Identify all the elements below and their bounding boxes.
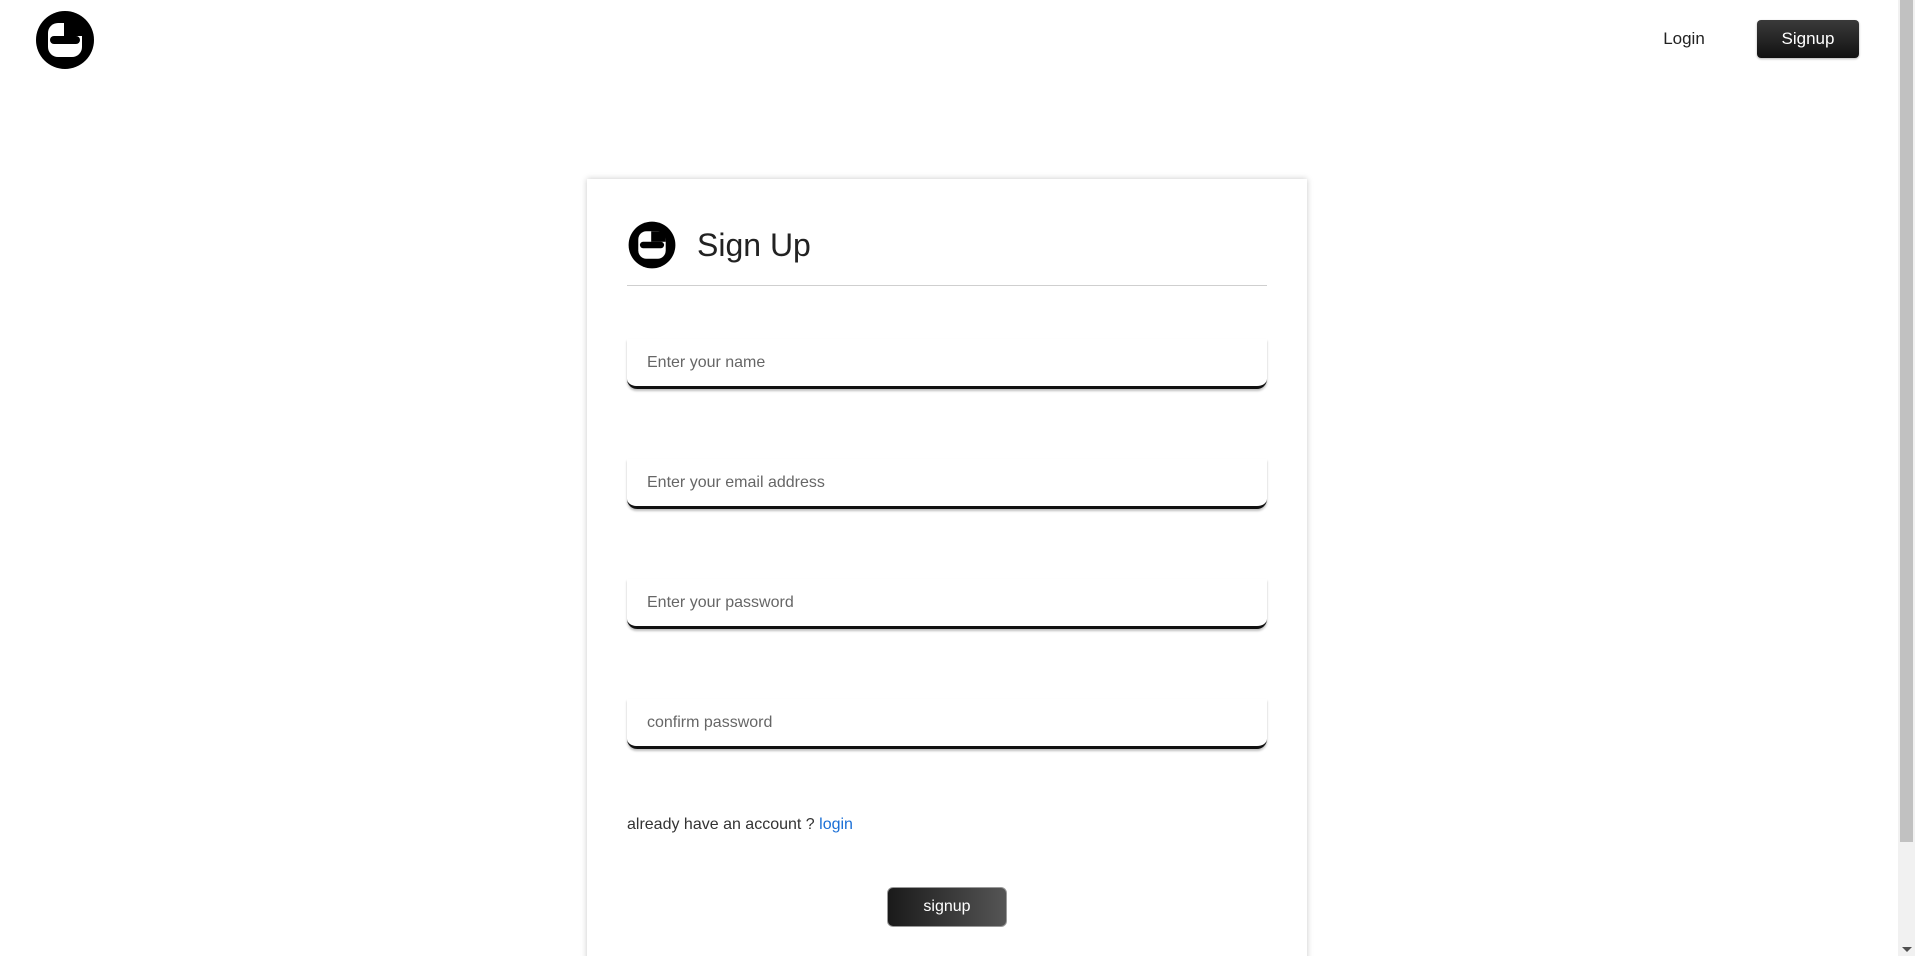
divider	[627, 285, 1267, 286]
email-input[interactable]	[627, 459, 1267, 509]
nav-signup-button[interactable]: Signup	[1757, 20, 1859, 58]
page-title: Sign Up	[697, 227, 811, 263]
signup-page: Login Signup Sign Up already have an acc…	[0, 0, 1915, 956]
password-input[interactable]	[627, 579, 1267, 629]
signup-submit-button[interactable]: signup	[887, 887, 1007, 927]
account-prompt-line: already have an account ? login	[627, 816, 853, 834]
blogger-logo-icon[interactable]	[34, 9, 96, 71]
scroll-down-arrow-icon[interactable]	[1902, 947, 1912, 952]
nav-login-link[interactable]: Login	[1640, 20, 1728, 58]
name-input[interactable]	[627, 339, 1267, 389]
card-header: Sign Up	[627, 220, 1267, 269]
top-navbar: Login Signup	[0, 0, 1898, 80]
scrollbar-thumb[interactable]	[1900, 0, 1913, 842]
login-link[interactable]: login	[819, 816, 853, 833]
vertical-scrollbar[interactable]	[1898, 0, 1915, 956]
account-prompt-text: already have an account ?	[627, 816, 815, 833]
signup-card: Sign Up already have an account ? login …	[587, 179, 1307, 956]
confirm-password-input[interactable]	[627, 699, 1267, 749]
blogger-logo-icon	[627, 220, 677, 270]
